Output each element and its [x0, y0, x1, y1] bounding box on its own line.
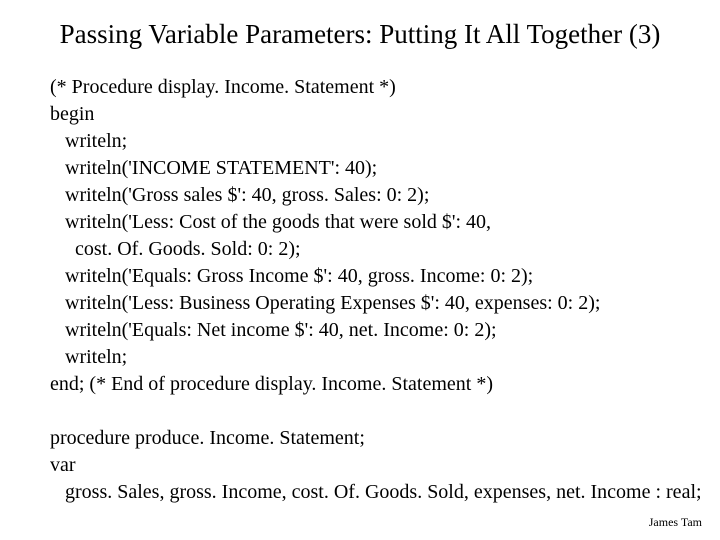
code-block: (* Procedure display. Income. Statement …	[50, 74, 670, 506]
slide-title: Passing Variable Parameters: Putting It …	[50, 18, 670, 52]
author-footer: James Tam	[649, 515, 702, 530]
slide-content: Passing Variable Parameters: Putting It …	[0, 0, 720, 506]
